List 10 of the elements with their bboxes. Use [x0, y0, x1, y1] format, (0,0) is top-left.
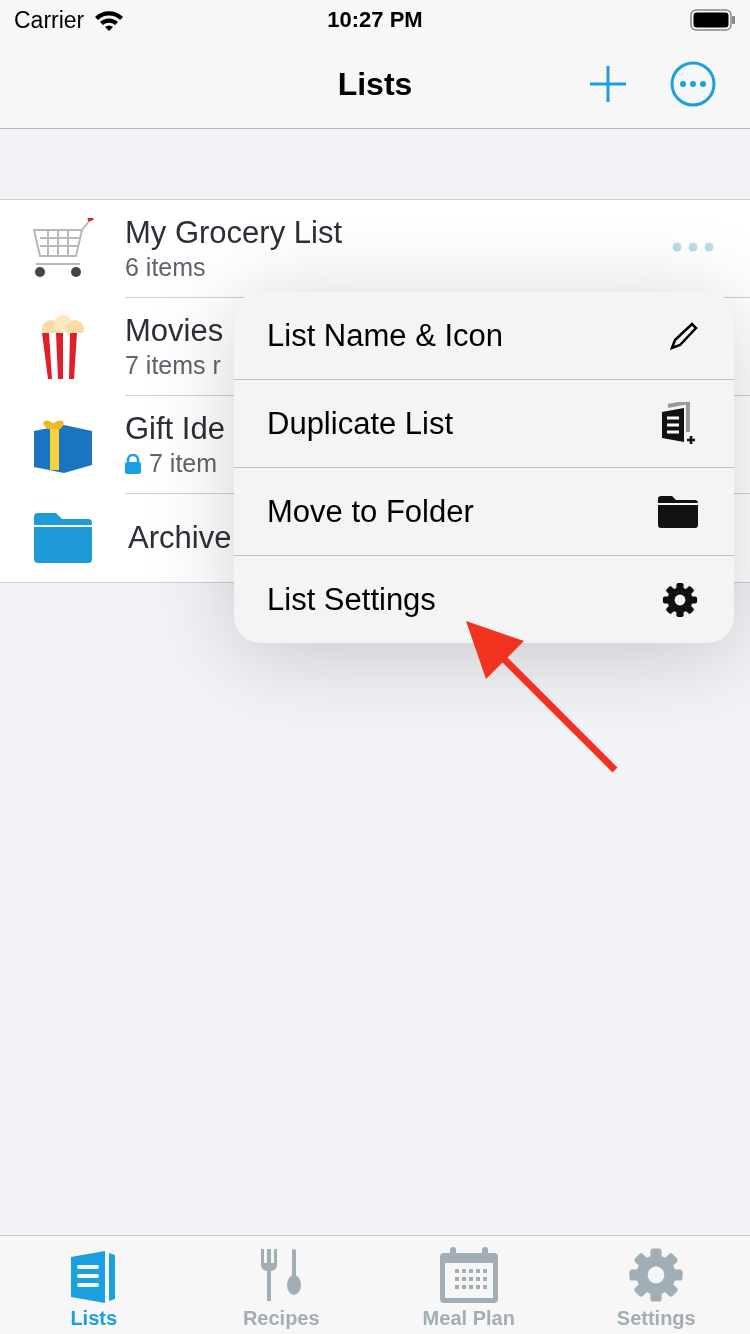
item-count: 7 item: [149, 449, 218, 478]
list-name: Movies: [125, 313, 224, 349]
list-name: Archive: [128, 520, 232, 556]
item-count: 7 items r: [125, 351, 221, 380]
nav-title: Lists: [337, 65, 413, 103]
list-name: My Grocery List: [125, 215, 343, 251]
list-name: Gift Ide: [125, 411, 225, 447]
item-count: 6 items: [125, 253, 206, 282]
carrier-label: Carrier: [14, 6, 85, 34]
status-time: 10:27 PM: [327, 7, 423, 33]
